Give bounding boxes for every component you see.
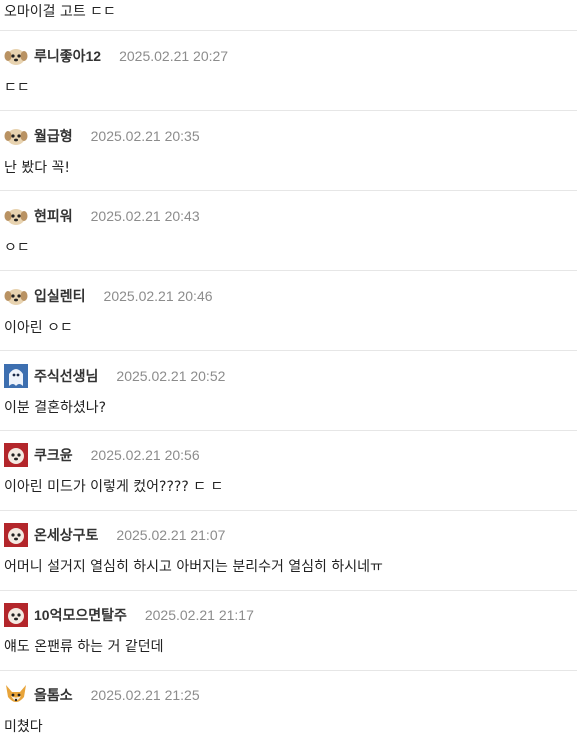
puppy-avatar-icon[interactable] xyxy=(4,523,28,547)
comment-nickname[interactable]: 올톰소 xyxy=(34,685,73,705)
puppy-avatar-icon[interactable] xyxy=(4,44,28,68)
comment-text: 이아린 ㅇㄷ xyxy=(4,320,73,336)
divider xyxy=(0,510,577,511)
comment-nickname[interactable]: 10억모으면탈주 xyxy=(34,605,127,625)
comment-header: 월급형 2025.02.21 20:35 xyxy=(4,124,200,148)
comment-text: ㅇㄷ xyxy=(4,240,30,256)
comment-text: 얘도 온팬류 하는 거 같던데 xyxy=(4,639,164,655)
divider xyxy=(0,30,577,31)
divider xyxy=(0,190,577,191)
comment-text: 미쳤다 xyxy=(4,719,43,735)
divider xyxy=(0,270,577,271)
divider xyxy=(0,350,577,351)
comment-header: 주식선생님 2025.02.21 20:52 xyxy=(4,364,225,388)
comment-timestamp: 2025.02.21 20:46 xyxy=(103,288,213,304)
comment-text: ㄷㄷ xyxy=(4,80,30,96)
ghost-avatar-icon[interactable] xyxy=(4,364,28,388)
comment-text: 난 봤다 꼭! xyxy=(4,160,71,176)
puppy-avatar-icon[interactable] xyxy=(4,284,28,308)
comment-text: 오마이걸 고트 ㄷㄷ xyxy=(4,4,116,20)
puppy-avatar-icon[interactable] xyxy=(4,124,28,148)
comment-nickname[interactable]: 쿠크윤 xyxy=(34,445,73,465)
comment-header: 루니좋아12 2025.02.21 20:27 xyxy=(4,44,228,68)
comment-header: 입실렌티 2025.02.21 20:46 xyxy=(4,284,213,308)
divider xyxy=(0,110,577,111)
comment-header: 쿠크윤 2025.02.21 20:56 xyxy=(4,443,200,467)
comment-nickname[interactable]: 주식선생님 xyxy=(34,366,98,386)
comment-nickname[interactable]: 온세상구토 xyxy=(34,525,98,545)
comment-text: 이분 결혼하셨나? xyxy=(4,400,107,416)
divider xyxy=(0,430,577,431)
comment-header: 현피워 2025.02.21 20:43 xyxy=(4,204,200,228)
comment-header: 온세상구토 2025.02.21 21:07 xyxy=(4,523,225,547)
comment-timestamp: 2025.02.21 20:43 xyxy=(90,208,200,224)
divider xyxy=(0,590,577,591)
comment-timestamp: 2025.02.21 21:07 xyxy=(116,527,226,543)
comment-header: 10억모으면탈주 2025.02.21 21:17 xyxy=(4,603,254,627)
comment-timestamp: 2025.02.21 20:52 xyxy=(116,368,226,384)
comment-text: 어머니 설거지 열심히 하시고 아버지는 분리수거 열심히 하시네ㅠ xyxy=(4,559,383,575)
puppy-avatar-icon[interactable] xyxy=(4,204,28,228)
divider xyxy=(0,670,577,671)
comment-nickname[interactable]: 현피워 xyxy=(34,206,73,226)
comment-nickname[interactable]: 월급형 xyxy=(34,126,73,146)
comment-timestamp: 2025.02.21 21:17 xyxy=(144,607,254,623)
comment-nickname[interactable]: 입실렌티 xyxy=(34,286,86,306)
comment-nickname[interactable]: 루니좋아12 xyxy=(34,46,101,66)
comment-timestamp: 2025.02.21 20:27 xyxy=(119,48,229,64)
comment-text: 이아린 미드가 이렇게 컸어???? ㄷ ㄷ xyxy=(4,479,224,495)
puppy-avatar-icon[interactable] xyxy=(4,603,28,627)
puppy-avatar-icon[interactable] xyxy=(4,443,28,467)
fox-avatar-icon[interactable] xyxy=(4,683,28,707)
comment-timestamp: 2025.02.21 21:25 xyxy=(90,687,200,703)
comment-timestamp: 2025.02.21 20:35 xyxy=(90,128,200,144)
comment-header: 올톰소 2025.02.21 21:25 xyxy=(4,683,200,707)
comment-timestamp: 2025.02.21 20:56 xyxy=(90,447,200,463)
